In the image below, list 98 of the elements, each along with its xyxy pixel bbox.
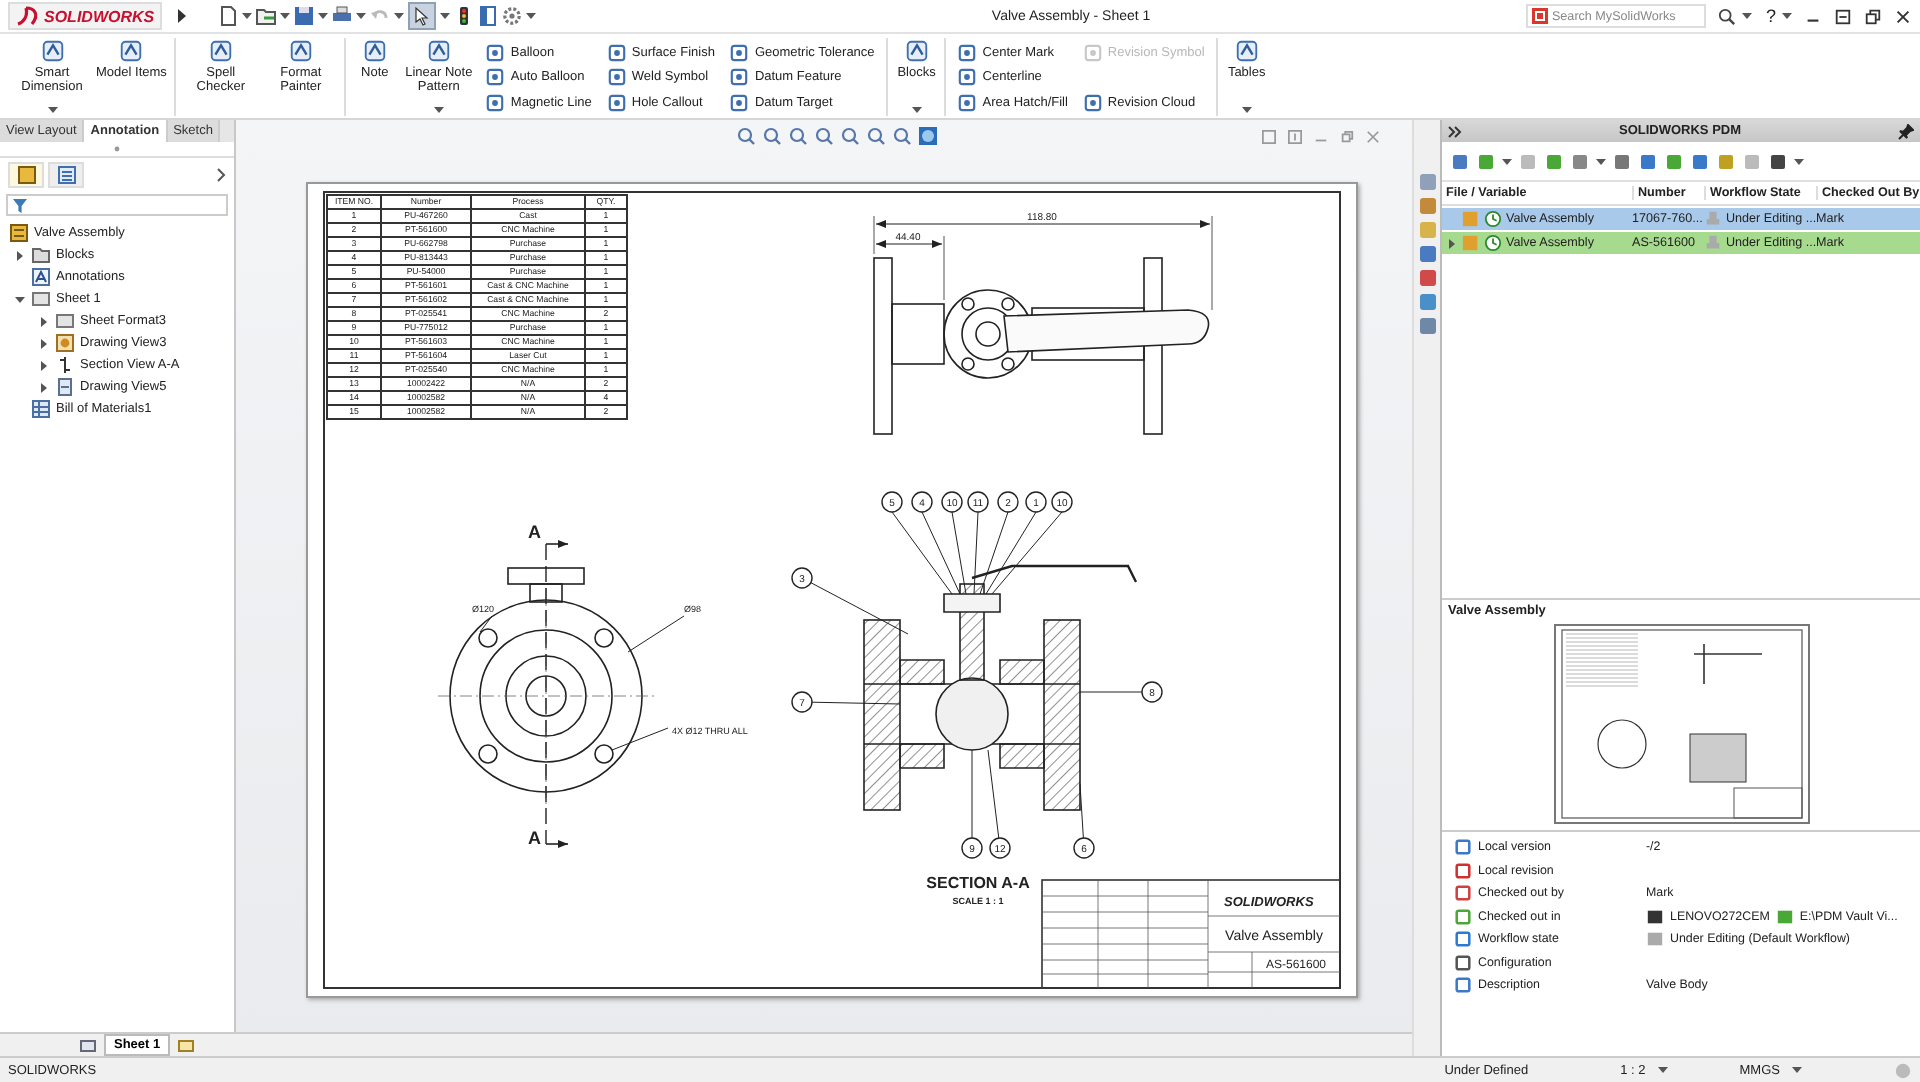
clock-icon: [1484, 234, 1502, 252]
restore-icon[interactable]: [1834, 7, 1852, 25]
caret-icon[interactable]: [47, 106, 57, 114]
table-icon: [32, 400, 50, 418]
expand-arrow-icon[interactable]: [176, 8, 189, 24]
property-tab[interactable]: [48, 162, 84, 188]
table-icon[interactable]: [1417, 244, 1437, 264]
filter-icon: [12, 197, 28, 213]
tool-icon: [486, 68, 505, 86]
save-icon[interactable]: [294, 6, 315, 26]
search-icon[interactable]: [1717, 7, 1736, 25]
filter-field[interactable]: [6, 194, 228, 216]
caret-icon[interactable]: [1502, 157, 1512, 165]
tile-icon[interactable]: [1262, 130, 1276, 144]
clock-icon: [1484, 210, 1502, 228]
drawing-icon: [10, 224, 28, 242]
tool-icon: [730, 43, 749, 61]
caret-icon[interactable]: [280, 12, 291, 20]
expand-arrow-icon[interactable]: [38, 315, 50, 327]
section-label: A: [528, 828, 541, 848]
app-logo[interactable]: SOLIDWORKS: [8, 2, 163, 30]
leader-line: [627, 615, 685, 653]
grip-icon[interactable]: [114, 146, 120, 152]
tool-icon: [903, 38, 930, 64]
tool-icon: [486, 43, 505, 61]
view-tool-icon[interactable]: [839, 126, 859, 146]
view-title: SECTION A-A: [926, 874, 1030, 892]
view-tool-icon[interactable]: [787, 126, 807, 146]
leader-line: [479, 615, 493, 633]
tool-icon: [607, 93, 626, 111]
chevron-double-right-icon[interactable]: [1448, 125, 1462, 137]
tile-icon[interactable]: [1288, 130, 1302, 144]
tool-icon: [958, 93, 977, 111]
restore-icon[interactable]: [1864, 7, 1882, 25]
select-button[interactable]: [408, 2, 437, 30]
tool-icon: [425, 38, 452, 64]
stamp-icon: [1646, 930, 1664, 949]
tool-icon: [730, 68, 749, 86]
folder-icon: [32, 246, 50, 264]
tool-icon: [361, 38, 388, 64]
caret-icon[interactable]: [1596, 157, 1606, 165]
view-tool-icon[interactable]: [865, 126, 885, 146]
add-sheet-icon[interactable]: [178, 1037, 195, 1053]
view-tool-icon[interactable]: [761, 126, 781, 146]
tool-icon: [1083, 43, 1102, 61]
caret-icon[interactable]: [1241, 106, 1252, 114]
caret-icon[interactable]: [440, 12, 451, 20]
annotation-icon: [32, 268, 50, 286]
caret-icon[interactable]: [318, 12, 329, 20]
tool-icon: [607, 43, 626, 61]
expand-arrow-icon[interactable]: [38, 381, 50, 393]
pin-icon[interactable]: [1898, 123, 1914, 139]
folder-icon[interactable]: [256, 6, 277, 26]
tree-icon: [17, 166, 35, 184]
tool-icon: [607, 68, 626, 86]
section-arrows-icon: [56, 356, 74, 374]
view-tool-icon[interactable]: [735, 126, 755, 146]
new-document-icon[interactable]: [218, 6, 239, 26]
section-label: A: [528, 522, 541, 542]
tool-icon: [958, 43, 977, 61]
caret-icon[interactable]: [1792, 1066, 1802, 1074]
display-style-icon[interactable]: [917, 126, 937, 146]
expand-arrow-icon[interactable]: [38, 337, 50, 349]
view-icon: [56, 378, 74, 396]
caret-icon[interactable]: [356, 12, 367, 20]
help-button[interactable]: ?: [1765, 6, 1776, 26]
view-tool-icon[interactable]: [813, 126, 833, 146]
caret-icon[interactable]: [433, 106, 444, 114]
caret-icon[interactable]: [526, 12, 537, 20]
caret-icon[interactable]: [1794, 157, 1804, 165]
sheet-navigation-icon[interactable]: [80, 1037, 96, 1053]
caret-icon[interactable]: [911, 106, 922, 114]
caret-icon[interactable]: [394, 12, 405, 20]
tool-icon: [730, 93, 749, 111]
expand-arrow-icon[interactable]: [14, 249, 26, 261]
tool-icon: [207, 38, 234, 64]
tool-icon: [958, 68, 977, 86]
view-icon: [56, 334, 74, 352]
tool-icon: [1083, 93, 1102, 111]
tool-icon: [486, 93, 505, 111]
file-properties-icon[interactable]: [478, 6, 499, 26]
feature-tree-tab[interactable]: [8, 162, 44, 188]
caret-icon[interactable]: [1657, 1066, 1668, 1074]
expand-arrow-icon[interactable]: [38, 359, 50, 371]
view-tool-icon[interactable]: [891, 126, 911, 146]
close-icon[interactable]: [1894, 7, 1912, 25]
printer-icon[interactable]: [332, 6, 353, 26]
collapse-arrow-icon[interactable]: [14, 293, 26, 305]
caret-icon[interactable]: [242, 12, 253, 20]
caret-icon[interactable]: [1741, 12, 1752, 20]
leader-line: [611, 727, 669, 751]
tool-icon: [39, 38, 65, 64]
caret-icon[interactable]: [1782, 12, 1792, 20]
tool-icon: [287, 38, 314, 64]
tool-icon: [1233, 38, 1260, 64]
settings-icon[interactable]: [502, 6, 523, 26]
tool-icon: [118, 38, 145, 64]
chevron-right-icon[interactable]: [216, 168, 226, 182]
